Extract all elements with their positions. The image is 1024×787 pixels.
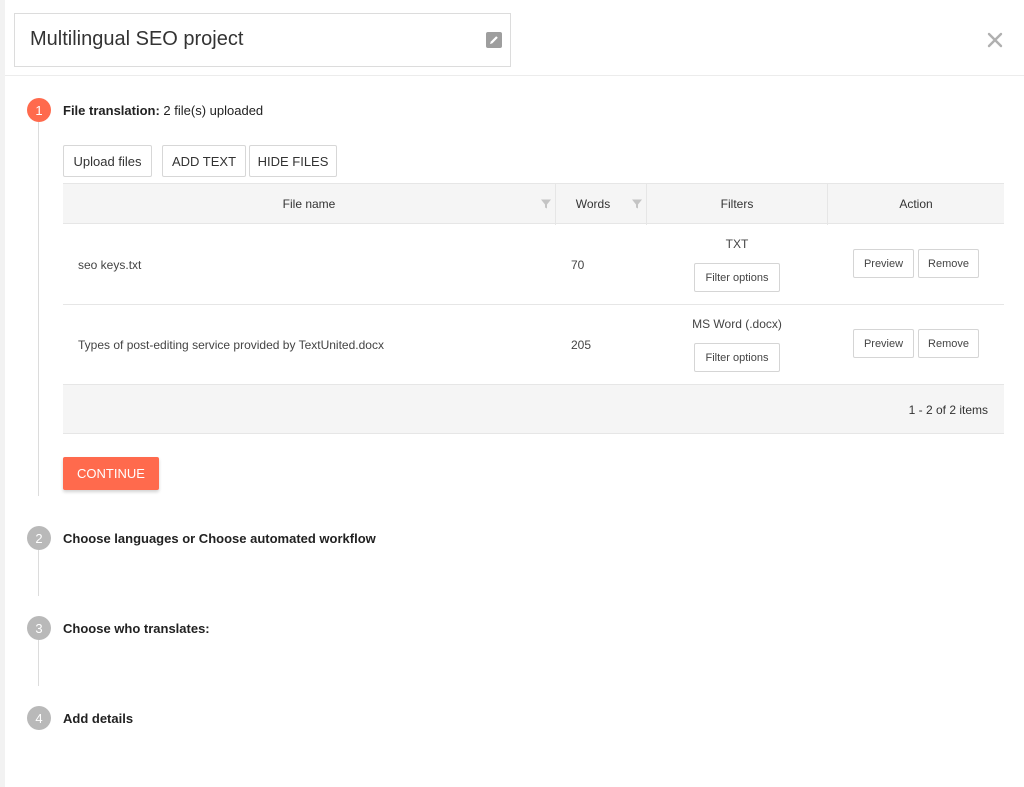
word-count-cell: 70 — [571, 258, 585, 272]
preview-button[interactable]: Preview — [853, 249, 914, 278]
preview-button[interactable]: Preview — [853, 329, 914, 358]
step-4-title: Add details — [63, 711, 133, 726]
step-line-2 — [38, 550, 39, 596]
left-edge — [0, 0, 5, 787]
edit-icon[interactable] — [486, 32, 502, 48]
project-title: Multilingual SEO project — [30, 28, 244, 50]
file-name-cell: seo keys.txt — [78, 258, 142, 272]
table-row: Types of post-editing service provided b… — [63, 305, 1004, 385]
step-3-label: Choose who translates: — [63, 621, 210, 636]
step-4-label: Add details — [63, 711, 134, 726]
step-line-3 — [38, 640, 39, 686]
pager-info: 1 - 2 of 2 items — [908, 403, 988, 417]
table-pager: 1 - 2 of 2 items — [63, 385, 1004, 434]
remove-button[interactable]: Remove — [918, 249, 979, 278]
step-2-label: Choose languages or Choose automated wor… — [63, 531, 376, 546]
filter-options-button[interactable]: Filter options — [694, 343, 780, 372]
project-title-box[interactable]: Multilingual SEO project — [14, 13, 511, 67]
filter-icon[interactable] — [540, 197, 552, 209]
step-2-number: 2 — [27, 526, 51, 550]
filter-icon[interactable] — [631, 197, 643, 209]
column-header-filters: Filters — [720, 197, 754, 211]
header-divider — [5, 75, 1024, 76]
step-line-1 — [38, 122, 39, 496]
close-icon[interactable] — [986, 31, 1004, 49]
filter-type-label: TXT — [725, 237, 749, 251]
column-header-file-name[interactable]: File name — [63, 184, 555, 224]
table-header: File name Words Filters Action — [63, 184, 1004, 224]
files-table: File name Words Filters Action seo keys.… — [63, 183, 1004, 434]
continue-button[interactable]: CONTINUE — [63, 457, 159, 490]
remove-button[interactable]: Remove — [918, 329, 979, 358]
filter-type-label: MS Word (.docx) — [692, 317, 782, 331]
hide-files-button[interactable]: HIDE FILES — [249, 145, 337, 177]
file-name-cell: Types of post-editing service provided b… — [78, 338, 384, 352]
step-3-title: Choose who translates: — [63, 621, 210, 636]
add-text-button[interactable]: ADD TEXT — [162, 145, 246, 177]
column-header-action: Action — [899, 197, 933, 211]
step-3-number: 3 — [27, 616, 51, 640]
word-count-cell: 205 — [571, 338, 592, 352]
column-header-words[interactable]: Words — [556, 184, 630, 224]
step-1-title: File translation: 2 file(s) uploaded — [63, 103, 263, 118]
step-2-title: Choose languages or Choose automated wor… — [63, 531, 376, 546]
step-4-number: 4 — [27, 706, 51, 730]
upload-files-button[interactable]: Upload files — [63, 145, 152, 177]
filter-options-button[interactable]: Filter options — [694, 263, 780, 292]
step-1-detail: 2 file(s) uploaded — [163, 103, 264, 118]
table-row: seo keys.txt 70 TXT Filter options Previ… — [63, 225, 1004, 305]
step-1-label: File translation: — [63, 103, 160, 118]
step-1-number: 1 — [27, 98, 51, 122]
